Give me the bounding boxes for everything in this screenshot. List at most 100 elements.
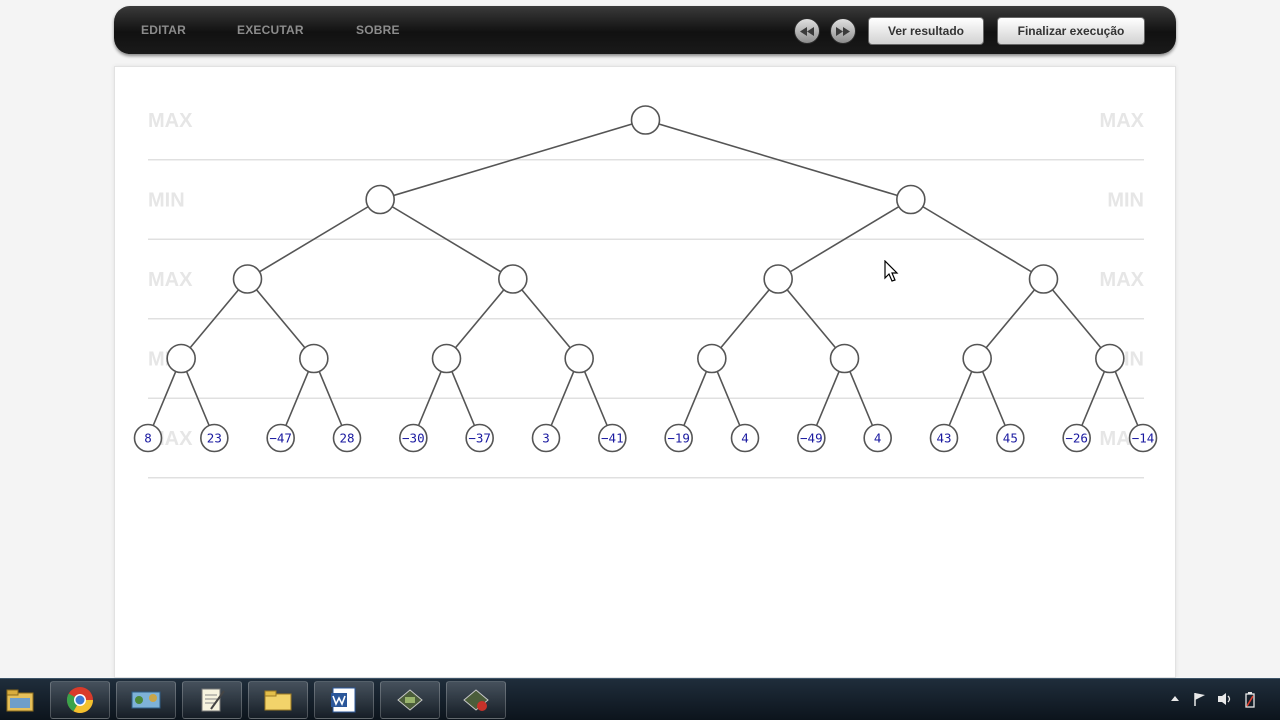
windows-taskbar: [0, 678, 1280, 720]
finish-execution-button[interactable]: Finalizar execução: [997, 17, 1145, 45]
node-circle: [299, 343, 329, 374]
node-circle: [564, 343, 594, 374]
flag-icon[interactable]: [1192, 691, 1208, 707]
node-circle: [697, 343, 727, 374]
node-circle: [1028, 264, 1059, 294]
leaf-value: −47: [269, 431, 292, 446]
level-label-right: MAX: [1100, 269, 1145, 291]
tree-node: [166, 343, 196, 374]
leaf-value: 28: [339, 431, 354, 446]
tree-node: [299, 343, 329, 374]
menu-editar[interactable]: EDITAR: [141, 23, 186, 37]
menu-sobre[interactable]: SOBRE: [356, 23, 400, 37]
file-explorer-icon: [6, 689, 34, 712]
leaf-node: 43: [929, 423, 959, 453]
node-circle: [630, 105, 661, 135]
leaf-value: 4: [741, 431, 749, 446]
leaf-node: 23: [200, 423, 229, 453]
node-circle: [962, 343, 992, 374]
level-label-right: MIN: [1107, 190, 1144, 212]
tree-node: [630, 105, 661, 135]
power-icon[interactable]: [1242, 691, 1258, 709]
top-navigation-bar: EDITAR EXECUTAR SOBRE Ver resultado Fina…: [114, 6, 1176, 54]
word-icon: [331, 687, 356, 713]
leaf-value: −14: [1132, 431, 1155, 446]
leaf-value: 3: [542, 431, 550, 446]
leaf-value: 45: [1003, 431, 1018, 446]
leaf-node: −30: [399, 423, 428, 453]
tree-node: [962, 343, 992, 374]
notepad-icon: [201, 688, 225, 712]
show-hidden-icons-icon[interactable]: [1170, 691, 1180, 705]
leaf-node: −14: [1128, 423, 1158, 453]
leaf-node: 4: [730, 423, 760, 453]
level-labels: MAX MAXMIN MINMAX MAXMIN MINMAX MAX: [148, 110, 1145, 479]
tree-canvas-panel: MAX MAX MIN MIN MAX MAX MIN MIN MAX MAX 8 23 −47 28 −3…: [114, 66, 1176, 678]
taskbar-network-app[interactable]: [116, 681, 176, 719]
app-window-icon-2: [463, 689, 489, 711]
leaf-value: −37: [468, 431, 491, 446]
leaf-value: 23: [207, 431, 222, 446]
folder-icon: [264, 690, 292, 711]
node-circle: [896, 184, 926, 215]
view-result-button[interactable]: Ver resultado: [868, 17, 984, 45]
tree-node: [697, 343, 727, 374]
node-circle: [829, 343, 860, 374]
leaf-node: −19: [664, 423, 693, 453]
tree-node: [365, 184, 395, 215]
tree-node: [829, 343, 860, 374]
leaf-node: 28: [332, 423, 362, 453]
taskbar-word[interactable]: [314, 681, 374, 719]
tree-nodes: 8 23 −47 28 −30 −37 3 −41 −19 4 −49 4 43 45 −26 −14: [133, 105, 1158, 453]
node-circle: [1095, 343, 1125, 374]
leaf-node: −41: [598, 423, 627, 453]
step-forward-button[interactable]: [830, 18, 856, 44]
leaf-value: 4: [874, 431, 882, 446]
taskbar-app-window-2[interactable]: [446, 681, 506, 719]
leaf-value: −41: [601, 431, 624, 446]
leaf-value: 43: [936, 431, 951, 446]
tree-node: [431, 343, 462, 374]
leaf-value: 8: [144, 431, 152, 446]
leaf-node: −47: [266, 423, 295, 453]
taskbar-chrome[interactable]: [50, 681, 110, 719]
menu-executar[interactable]: EXECUTAR: [237, 23, 304, 37]
step-back-button[interactable]: [794, 18, 820, 44]
leaf-value: −19: [667, 431, 690, 446]
tree-node: [1095, 343, 1125, 374]
level-label-left: MIN: [148, 190, 185, 212]
node-circle: [166, 343, 196, 374]
app-window-icon: [397, 689, 423, 711]
tree-node: [498, 264, 528, 294]
leaf-node: −26: [1062, 423, 1091, 453]
network-app-icon: [131, 691, 161, 709]
volume-icon[interactable]: [1216, 691, 1234, 707]
taskbar-folder[interactable]: [248, 681, 308, 719]
leaf-node: −37: [465, 423, 494, 453]
taskbar-app-window[interactable]: [380, 681, 440, 719]
leaf-value: −26: [1065, 431, 1088, 446]
leaf-node: 3: [531, 423, 561, 453]
leaf-value: −30: [402, 431, 425, 446]
rewind-icon: [800, 27, 814, 36]
level-label-right: MAX: [1100, 110, 1145, 132]
tree-node: [564, 343, 594, 374]
fast-forward-icon: [836, 27, 850, 36]
leaf-node: 45: [996, 423, 1025, 453]
level-label-left: MAX: [148, 269, 193, 291]
tree-node: [896, 184, 926, 215]
leaf-node: 8: [133, 423, 163, 453]
node-circle: [365, 184, 395, 215]
chrome-icon: [66, 687, 94, 714]
node-circle: [232, 264, 263, 294]
level-label-left: MAX: [148, 110, 193, 132]
start-button[interactable]: [0, 681, 40, 719]
leaf-value: −49: [800, 431, 823, 446]
tree-node: [1028, 264, 1059, 294]
taskbar-notepad[interactable]: [182, 681, 242, 719]
minimax-tree: MAX MAXMIN MINMAX MAXMIN MINMAX MAX8 23 −47 28 −3…: [133, 105, 1158, 479]
tree-node: [763, 264, 793, 294]
node-circle: [498, 264, 528, 294]
tree-node: [232, 264, 263, 294]
node-circle: [431, 343, 462, 374]
